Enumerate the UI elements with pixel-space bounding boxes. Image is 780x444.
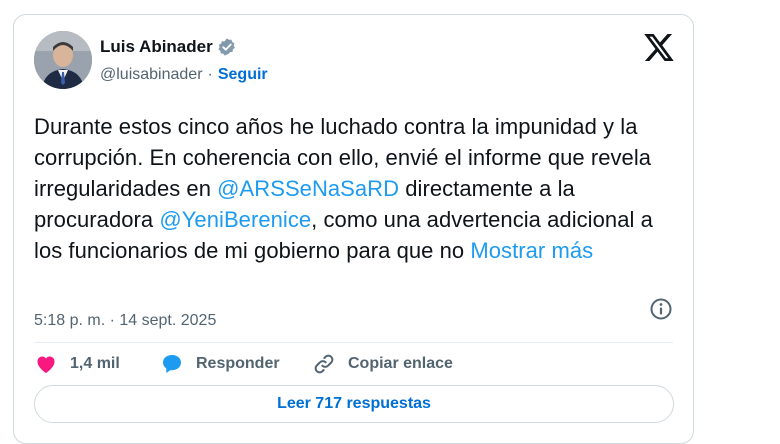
show-more-link[interactable]: Mostrar más	[470, 238, 593, 263]
read-replies-button[interactable]: Leer 717 respuestas	[34, 385, 674, 423]
heart-icon	[37, 356, 55, 373]
separator-dot: ·	[207, 66, 213, 83]
copy-link-label: Copiar enlace	[348, 355, 453, 372]
author-handle-row: @luisabinader · Seguir	[100, 66, 268, 84]
author-handle[interactable]: @luisabinader	[100, 66, 203, 84]
copy-link-button[interactable]: Copiar enlace	[312, 352, 453, 376]
info-icon[interactable]	[649, 297, 673, 321]
author-name-row: Luis Abinader	[100, 37, 237, 57]
divider	[34, 342, 673, 343]
avatar-photo	[34, 31, 92, 89]
speech-bubble-icon	[163, 355, 181, 373]
x-logo-icon[interactable]	[644, 34, 674, 61]
mention-arssenasard[interactable]: @ARSSeNaSaRD	[217, 176, 399, 201]
author-name[interactable]: Luis Abinader	[100, 37, 213, 57]
link-icon	[314, 354, 334, 374]
reply-button[interactable]: Responder	[160, 352, 312, 376]
tweet-card: Luis Abinader @luisabinader · Seguir Dur…	[13, 14, 694, 444]
avatar[interactable]	[34, 31, 92, 89]
tweet-text: Durante estos cinco años he luchado cont…	[34, 111, 684, 266]
like-count: 1,4 mil	[70, 355, 120, 372]
verified-badge-icon	[217, 37, 237, 57]
follow-button[interactable]: Seguir	[218, 66, 268, 84]
like-button[interactable]: 1,4 mil	[34, 352, 160, 376]
tweet-timestamp[interactable]: 5:18 p. m. · 14 sept. 2025	[34, 312, 216, 330]
mention-yeniberenice[interactable]: @YeniBerenice	[159, 207, 311, 232]
reply-label: Responder	[196, 355, 280, 372]
action-bar: 1,4 mil Responder Copiar enlace	[34, 348, 453, 380]
